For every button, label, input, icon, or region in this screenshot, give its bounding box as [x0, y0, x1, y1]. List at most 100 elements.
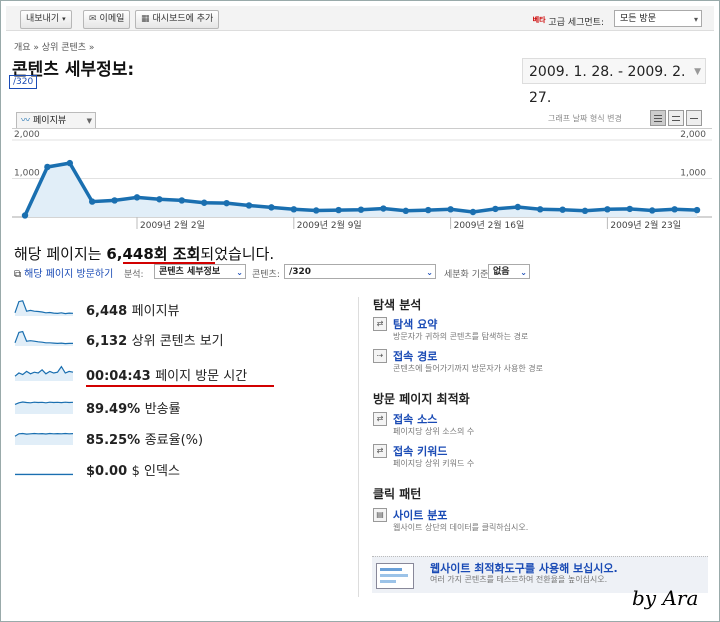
chart-point — [156, 196, 163, 203]
chart-point — [111, 197, 118, 204]
highlight-underline — [86, 385, 274, 387]
subdivide-select[interactable]: 없음 ⌄ — [488, 264, 530, 279]
metric-value: 00:04:43 페이지 방문 시간 — [86, 365, 247, 384]
metric-tab[interactable]: 〰 페이지뷰 ▼ — [16, 112, 96, 128]
export-label: 내보내기 — [26, 14, 60, 24]
metric-value: 6,132 상위 콘텐츠 보기 — [86, 330, 224, 349]
subdivide-select-value: 없음 — [493, 267, 510, 277]
entrance-sources-link[interactable]: 접속 소스 — [393, 411, 437, 427]
dashboard-icon: ▦ — [141, 14, 150, 24]
content-select[interactable]: /320 ⌄ — [284, 264, 436, 279]
chevron-down-icon: ▼ — [694, 67, 701, 77]
envelope-icon: ✉ — [89, 14, 97, 24]
visit-page-link[interactable]: ⧉ 해당 페이지 방문하기 — [14, 265, 113, 280]
view-day-button[interactable] — [650, 110, 666, 126]
graph-mode-label: 그래프 날짜 형식 변경 — [548, 114, 622, 123]
chart-point — [21, 212, 29, 219]
chevron-down-icon: ⌄ — [520, 268, 527, 277]
navigation-summary-link[interactable]: 탐색 요약 — [393, 316, 437, 332]
line-chart-icon: 〰 — [21, 116, 31, 126]
metric-number: 89.49% — [86, 402, 141, 417]
metric-tab-label: 페이지뷰 — [33, 116, 67, 126]
chart-point — [447, 206, 454, 213]
content-label: 콘텐츠: — [252, 270, 280, 280]
segment-select[interactable]: 모든 방문 ▾ — [614, 10, 702, 27]
entrance-sources-desc: 페이지당 상위 소스의 수 — [393, 427, 475, 436]
chart-point — [425, 206, 432, 214]
entrance-paths-link[interactable]: 접속 경로 — [393, 348, 437, 364]
chart-point — [44, 163, 51, 171]
metric-value: $0.00 $ 인덱스 — [86, 460, 180, 479]
metric-label: 반송률 — [144, 402, 181, 417]
chart-point — [178, 197, 185, 204]
column-divider — [358, 297, 359, 597]
chart-point — [604, 206, 611, 213]
view-month-button[interactable] — [686, 110, 702, 126]
chart-point — [649, 207, 656, 214]
y-tick-label: 2,000 — [14, 130, 40, 140]
chart-point — [581, 207, 589, 215]
summary-headline: 해당 페이지는 6,448회 조회되었습니다. — [14, 243, 274, 264]
metric-value: 85.25% 종료율(%) — [86, 429, 203, 448]
chart-point — [335, 206, 342, 214]
pageviews-chart: 2,000 2,000 1,000 1,000 2009년 2월 2일 2009년 2월 … — [12, 130, 712, 231]
metric-number: 00:04:43 — [86, 369, 151, 384]
sparkline — [14, 432, 74, 445]
metric-label: $ 인덱스 — [131, 464, 180, 479]
metric-value: 89.49% 반송률 — [86, 398, 181, 417]
navigation-analysis-title: 탐색 분석 — [373, 298, 422, 312]
chart-point — [89, 198, 96, 205]
chart-point — [313, 207, 320, 214]
chart-point — [290, 206, 297, 213]
analyze-select[interactable]: 콘텐츠 세부정보 ⌄ — [154, 264, 246, 279]
export-button[interactable]: 내보내기 ▾ — [20, 10, 72, 29]
x-tick-label: 2009년 2월 16일 — [454, 219, 525, 231]
document-icon: ▤ — [373, 508, 387, 522]
breadcrumb[interactable]: 개요 » 상위 콘텐츠 » — [14, 40, 94, 53]
author-signature: by Ara — [632, 586, 699, 610]
site-overlay-link[interactable]: 사이트 분포 — [393, 507, 447, 523]
summary-prefix: 해당 페이지는 — [14, 245, 107, 263]
entrance-keywords-desc: 페이지당 상위 키워드 수 — [393, 459, 475, 468]
chart-point — [201, 199, 208, 206]
chart-point — [223, 199, 230, 207]
metric-value: 6,448 페이지뷰 — [86, 300, 180, 319]
chart-point — [268, 204, 275, 211]
entrance-sources-icon: ⇄ — [373, 412, 387, 426]
chart-point — [626, 205, 633, 213]
x-tick-label: 2009년 2월 2일 — [140, 219, 205, 231]
sparkline-fill — [15, 433, 73, 445]
analyze-select-value: 콘텐츠 세부정보 — [159, 267, 221, 277]
chevron-down-icon: ▾ — [62, 15, 66, 23]
chevron-down-icon: ▼ — [86, 117, 92, 125]
entrance-paths-icon: ⇢ — [373, 349, 387, 363]
page-path: /320 — [9, 75, 38, 89]
sparkline — [14, 300, 74, 316]
metric-number: $0.00 — [86, 464, 128, 479]
chart-point — [357, 206, 365, 213]
chart-point — [693, 206, 701, 214]
add-to-dashboard-button[interactable]: ▦ 대시보드에 추가 — [135, 10, 220, 29]
site-overlay-desc: 웹사이트 상단의 데이터를 클릭하십시오. — [393, 523, 529, 532]
chevron-down-icon: ▾ — [693, 15, 698, 24]
email-button[interactable]: ✉ 이메일 — [83, 10, 131, 29]
entrance-keywords-icon: ⇄ — [373, 444, 387, 458]
entrance-keywords-link[interactable]: 접속 키워드 — [393, 443, 447, 459]
navigation-summary-icon: ⇄ — [373, 317, 387, 331]
segment-select-value: 모든 방문 — [620, 14, 656, 24]
view-week-button[interactable] — [668, 110, 684, 126]
metric-label: 페이지 방문 시간 — [155, 369, 248, 384]
summary-suffix: 되었습니다. — [200, 245, 275, 263]
segment-label-text: 고급 세그먼트: — [548, 18, 604, 28]
metric-label: 상위 콘텐츠 보기 — [131, 334, 224, 349]
beta-badge: 베타 — [532, 16, 546, 24]
date-range-picker[interactable]: 2009. 1. 28. - 2009. 2. 27. ▼ — [522, 58, 706, 106]
sparkline — [14, 401, 74, 414]
x-tick-label: 2009년 2월 23일 — [610, 219, 681, 231]
landing-optimization-title: 방문 페이지 최적화 — [373, 392, 470, 406]
optimizer-thumbnail-icon — [376, 563, 414, 589]
chart-point — [469, 208, 477, 216]
navigation-summary-desc: 방문자가 귀하의 콘텐츠를 탐색하는 경로 — [393, 332, 529, 341]
sparkline — [14, 330, 73, 346]
y-tick-label: 2,000 — [680, 130, 706, 140]
